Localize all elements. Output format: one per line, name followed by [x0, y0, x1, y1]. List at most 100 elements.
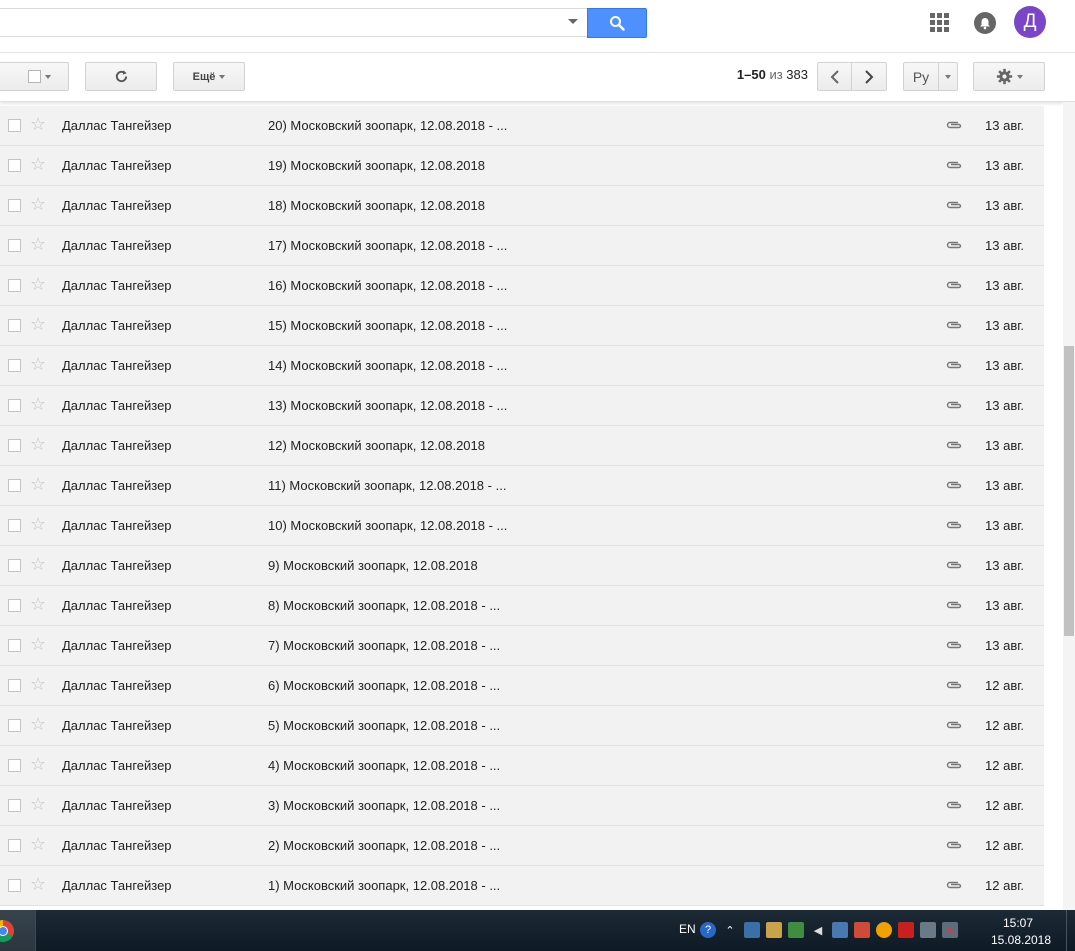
clock-date[interactable]: 15.08.2018 [990, 933, 1052, 947]
volume-muted-icon[interactable]: ◀ [810, 922, 826, 938]
network-monitor-icon[interactable] [744, 922, 760, 938]
select-all-button[interactable] [0, 62, 69, 91]
star-icon[interactable]: ☆ [30, 755, 46, 773]
notifications-bell-icon[interactable] [974, 12, 996, 34]
email-row[interactable]: ☆ Даллас Тангейзер 8) Московский зоопарк… [0, 586, 1044, 626]
star-icon[interactable]: ☆ [30, 555, 46, 573]
row-checkbox[interactable] [8, 359, 21, 372]
star-icon[interactable]: ☆ [30, 795, 46, 813]
star-icon[interactable]: ☆ [30, 835, 46, 853]
show-hidden-icons[interactable]: ⌃ [722, 922, 738, 938]
email-row[interactable]: ☆ Даллас Тангейзер 17) Московский зоопар… [0, 226, 1044, 266]
email-row[interactable]: ☆ Даллас Тангейзер 4) Московский зоопарк… [0, 746, 1044, 786]
search-options-dropdown[interactable] [568, 19, 578, 24]
row-checkbox[interactable] [8, 639, 21, 652]
row-checkbox[interactable] [8, 719, 21, 732]
email-subject: 20) Московский зоопарк, 12.08.2018 - ... [268, 118, 508, 133]
email-row[interactable]: ☆ Даллас Тангейзер 11) Московский зоопар… [0, 466, 1044, 506]
email-sender: Даллас Тангейзер [62, 678, 172, 693]
star-icon[interactable]: ☆ [30, 635, 46, 653]
star-icon[interactable]: ☆ [30, 115, 46, 133]
row-checkbox[interactable] [8, 879, 21, 892]
star-icon[interactable]: ☆ [30, 155, 46, 173]
row-checkbox[interactable] [8, 599, 21, 612]
email-row[interactable]: ☆ Даллас Тангейзер 18) Московский зоопар… [0, 186, 1044, 226]
email-row[interactable]: ☆ Даллас Тангейзер 16) Московский зоопар… [0, 266, 1044, 306]
display-icon[interactable] [832, 922, 848, 938]
row-checkbox[interactable] [8, 279, 21, 292]
email-row[interactable]: ☆ Даллас Тангейзер 12) Московский зоопар… [0, 426, 1044, 466]
email-row[interactable]: ☆ Даллас Тангейзер 6) Московский зоопарк… [0, 666, 1044, 706]
star-icon[interactable]: ☆ [30, 275, 46, 293]
avatar[interactable]: Д [1014, 6, 1046, 38]
email-row[interactable]: ☆ Даллас Тангейзер 19) Московский зоопар… [0, 146, 1044, 186]
refresh-icon [115, 70, 127, 83]
email-row[interactable]: ☆ Даллас Тангейзер 2) Московский зоопарк… [0, 826, 1044, 866]
star-icon[interactable]: ☆ [30, 515, 46, 533]
search-button[interactable] [587, 8, 647, 38]
email-row[interactable]: ☆ Даллас Тангейзер 9) Московский зоопарк… [0, 546, 1044, 586]
star-icon[interactable]: ☆ [30, 355, 46, 373]
row-checkbox[interactable] [8, 199, 21, 212]
star-icon[interactable]: ☆ [30, 475, 46, 493]
row-checkbox[interactable] [8, 159, 21, 172]
select-all-checkbox[interactable] [28, 70, 41, 83]
briefcase-icon[interactable] [766, 922, 782, 938]
chrome-icon [0, 920, 14, 942]
settings-button[interactable] [973, 62, 1045, 91]
email-row[interactable]: ☆ Даллас Тангейзер 15) Московский зоопар… [0, 306, 1044, 346]
star-icon[interactable]: ☆ [30, 875, 46, 893]
row-checkbox[interactable] [8, 119, 21, 132]
row-checkbox[interactable] [8, 519, 21, 532]
row-checkbox[interactable] [8, 479, 21, 492]
show-desktop-button[interactable] [1066, 910, 1075, 951]
row-checkbox[interactable] [8, 759, 21, 772]
previous-page-button[interactable] [817, 62, 852, 91]
row-checkbox[interactable] [8, 799, 21, 812]
pdf-icon[interactable] [898, 922, 914, 938]
clock-time[interactable]: 15:07 [990, 916, 1046, 930]
scrollbar-thumb[interactable] [1064, 346, 1074, 636]
email-row[interactable]: ☆ Даллас Тангейзер 10) Московский зоопар… [0, 506, 1044, 546]
security-check-icon[interactable] [788, 922, 804, 938]
more-button[interactable]: Ещё [173, 62, 245, 91]
email-row[interactable]: ☆ Даллас Тангейзер 3) Московский зоопарк… [0, 786, 1044, 826]
row-checkbox[interactable] [8, 679, 21, 692]
taskbar-chrome-button[interactable] [0, 910, 36, 951]
next-page-button[interactable] [851, 62, 887, 91]
row-checkbox[interactable] [8, 559, 21, 572]
star-icon[interactable]: ☆ [30, 315, 46, 333]
row-checkbox[interactable] [8, 399, 21, 412]
search-input[interactable] [0, 8, 587, 37]
input-language-indicator[interactable]: EN [679, 922, 696, 936]
network-disconnected-icon[interactable]: ✕ [942, 922, 958, 938]
email-sender: Даллас Тангейзер [62, 598, 172, 613]
help-icon[interactable]: ? [700, 922, 716, 938]
input-tools-dropdown[interactable] [938, 62, 958, 91]
star-icon[interactable]: ☆ [30, 195, 46, 213]
star-icon[interactable]: ☆ [30, 595, 46, 613]
row-checkbox[interactable] [8, 239, 21, 252]
star-icon[interactable]: ☆ [30, 715, 46, 733]
email-row[interactable]: ☆ Даллас Тангейзер 5) Московский зоопарк… [0, 706, 1044, 746]
star-icon[interactable]: ☆ [30, 675, 46, 693]
star-icon[interactable]: ☆ [30, 395, 46, 413]
email-row[interactable]: ☆ Даллас Тангейзер 20) Московский зоопар… [0, 106, 1044, 146]
email-sender: Даллас Тангейзер [62, 158, 172, 173]
row-checkbox[interactable] [8, 439, 21, 452]
row-checkbox[interactable] [8, 839, 21, 852]
update-icon[interactable] [876, 922, 892, 938]
email-row[interactable]: ☆ Даллас Тангейзер 7) Московский зоопарк… [0, 626, 1044, 666]
input-tools-button[interactable]: Ру [903, 62, 939, 91]
apps-grid-icon[interactable] [930, 13, 949, 32]
action-center-icon[interactable] [920, 922, 936, 938]
refresh-button[interactable] [85, 62, 157, 91]
email-row[interactable]: ☆ Даллас Тангейзер 13) Московский зоопар… [0, 386, 1044, 426]
email-row[interactable]: ☆ Даллас Тангейзер 1) Московский зоопарк… [0, 866, 1044, 906]
star-icon[interactable]: ☆ [30, 235, 46, 253]
row-checkbox[interactable] [8, 319, 21, 332]
star-icon[interactable]: ☆ [30, 435, 46, 453]
email-row[interactable]: ☆ Даллас Тангейзер 14) Московский зоопар… [0, 346, 1044, 386]
tools-icon[interactable] [854, 922, 870, 938]
system-tray: ? ⌃ ◀ ✕ [700, 922, 958, 938]
